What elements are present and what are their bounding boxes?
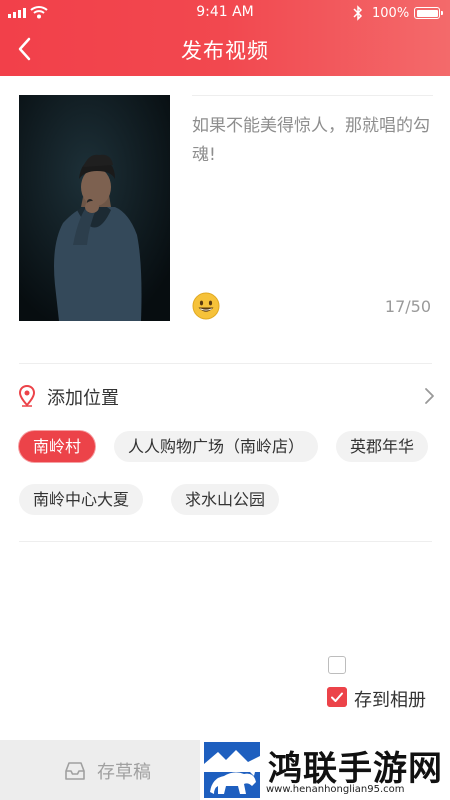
brand-name: 鸿联手游网 [268, 749, 443, 789]
video-thumbnail[interactable] [19, 95, 170, 321]
header-bar: 9:41 AM 100% 发布视频 [0, 0, 450, 76]
checkbox-checked-icon [327, 687, 347, 707]
location-chip[interactable]: 求水山公园 [171, 484, 280, 515]
save-draft-button[interactable]: 存草稿 [0, 740, 200, 800]
battery-icon [414, 7, 443, 19]
watermark-area: 鸿联手游网 www.henanhonglian95.com [200, 740, 450, 800]
draft-box-icon [65, 762, 85, 780]
location-pin-icon [19, 385, 35, 407]
checkbox-icon[interactable] [328, 656, 346, 674]
save-to-album-label: 存到相册 [354, 690, 426, 711]
caption-top-divider [192, 95, 433, 96]
battery-percent: 100% [372, 6, 410, 21]
brand-logo-icon [204, 742, 260, 798]
brand-domain: www.henanhonglian95.com [266, 784, 405, 795]
location-chip[interactable]: 南岭中心大夏 [19, 484, 144, 515]
save-draft-label: 存草稿 [97, 762, 151, 783]
status-bar: 9:41 AM 100% [0, 0, 450, 26]
location-chip[interactable]: 英郡年华 [336, 431, 429, 462]
singer-image [19, 95, 170, 321]
section-divider [19, 363, 432, 364]
location-chip-selected[interactable]: 南岭村 [19, 431, 96, 462]
char-counter: 17/50 [384, 297, 431, 316]
page-title: 发布视频 [181, 39, 269, 63]
location-chip[interactable]: 人人购物广场（南岭店） [114, 431, 319, 462]
chevron-right-icon [425, 388, 434, 404]
smiley-emoji-icon[interactable] [192, 292, 220, 320]
caption-input[interactable]: 如果不能美得惊人，那就唱的勾魂! [192, 112, 437, 170]
section-divider [19, 541, 432, 542]
bluetooth-icon [353, 5, 363, 21]
add-location-row[interactable]: 添加位置 [19, 380, 435, 412]
add-location-label: 添加位置 [47, 388, 119, 409]
